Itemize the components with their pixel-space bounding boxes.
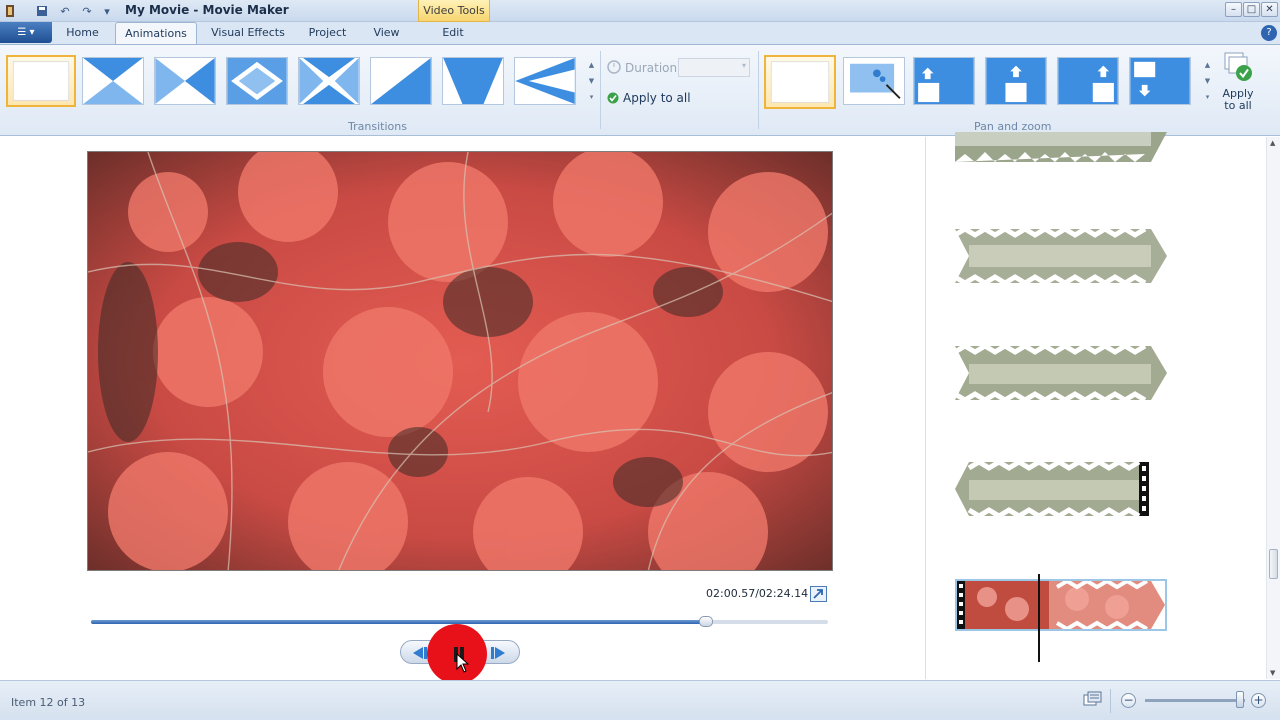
transition-cross[interactable]: [298, 57, 360, 105]
storyboard-clip[interactable]: [955, 346, 1167, 400]
apply-to-all-pz-label: Apply to all: [1222, 87, 1254, 112]
preview-pane: 02:00.57/02:24.14: [0, 137, 926, 684]
redo-icon[interactable]: ↷: [79, 3, 95, 19]
previous-frame-icon: [413, 647, 427, 659]
apply-check-icon: [607, 92, 619, 104]
zoom-out-icon: −: [1123, 693, 1134, 707]
pan-zoom-up-right[interactable]: [1057, 57, 1119, 105]
save-icon[interactable]: [34, 3, 50, 19]
ribbon: ▲ ▼ ▾ Duration: ▾ Apply to all Transitions…: [0, 44, 1280, 136]
apply-to-all-label: Apply to all: [623, 91, 691, 105]
apply-to-all-transitions-button[interactable]: Apply to all: [607, 89, 691, 107]
autumn-maple-image: [88, 152, 832, 570]
transition-none[interactable]: [6, 55, 76, 107]
zoom-slider[interactable]: [1145, 699, 1245, 702]
transitions-gallery-scroll[interactable]: ▲ ▼ ▾: [586, 57, 597, 109]
tab-home[interactable]: Home: [60, 22, 105, 44]
next-frame-button[interactable]: [489, 645, 509, 661]
ribbon-separator: [600, 51, 601, 129]
pan-zoom-up[interactable]: [985, 57, 1047, 105]
zoom-in-icon: +: [1253, 693, 1264, 707]
scroll-thumb[interactable]: [1269, 549, 1278, 579]
zoom-slider-thumb[interactable]: [1236, 691, 1244, 708]
app-menu-icon: ☰ ▾: [17, 27, 35, 38]
duration-icon: [607, 60, 621, 74]
status-item-count: Item 12 of 13: [11, 696, 86, 709]
fullscreen-icon: [813, 589, 823, 599]
storyboard-clip[interactable]: [955, 462, 1149, 516]
transition-v-wipe[interactable]: [442, 57, 504, 105]
undo-icon[interactable]: ↶: [57, 3, 73, 19]
status-bar: Item 12 of 13 − +: [0, 680, 1280, 720]
app-menu-button[interactable]: ☰ ▾: [0, 22, 52, 43]
tab-animations[interactable]: Animations: [115, 22, 197, 44]
storyboard: ▲ ▼: [927, 132, 1280, 679]
seek-thumb[interactable]: [699, 616, 714, 627]
transition-diamond[interactable]: [226, 57, 288, 105]
duration-dropdown-icon[interactable]: ▾: [742, 61, 746, 70]
mouse-cursor-icon: [456, 652, 470, 673]
pan-zoom-gallery-scroll[interactable]: ▲ ▼ ▾: [1202, 57, 1213, 109]
app-icon: [2, 3, 18, 19]
video-tools-contextual-header: Video Tools: [418, 0, 490, 22]
fullscreen-button[interactable]: [810, 586, 827, 602]
storyboard-clip[interactable]: [955, 132, 1167, 167]
window-title: My Movie - Movie Maker: [125, 3, 289, 17]
title-bar: ↶ ↷ ▾ My Movie - Movie Maker Video Tools…: [0, 0, 1280, 22]
duration-label: Duration:: [625, 61, 682, 75]
close-button[interactable]: ✕: [1261, 2, 1278, 17]
storyboard-clip[interactable]: [955, 229, 1167, 283]
tab-visual-effects[interactable]: Visual Effects: [205, 22, 291, 44]
scroll-down-icon[interactable]: ▼: [1270, 669, 1275, 677]
duration-field[interactable]: ▾: [678, 58, 750, 77]
storyboard-clip-selected[interactable]: [955, 579, 1167, 631]
storyboard-view-icon: [1083, 691, 1102, 706]
tab-project[interactable]: Project: [300, 22, 355, 44]
ribbon-tab-bar: ☰ ▾ Home Animations Visual Effects Proje…: [0, 22, 1280, 44]
storyboard-playhead[interactable]: [1038, 574, 1040, 662]
apply-to-all-pan-zoom-button[interactable]: Apply to all: [1218, 51, 1258, 115]
tab-edit[interactable]: Edit: [430, 22, 476, 44]
zoom-in-button[interactable]: +: [1251, 693, 1266, 708]
status-separator: [1110, 689, 1111, 713]
storyboard-view-button[interactable]: [1083, 691, 1103, 709]
minimize-button[interactable]: –: [1225, 2, 1242, 17]
seek-progress: [91, 620, 707, 624]
scroll-up-icon[interactable]: ▲: [1270, 139, 1275, 147]
ribbon-separator: [758, 51, 759, 129]
preview-video[interactable]: [87, 151, 833, 571]
pan-zoom-down[interactable]: [1129, 57, 1191, 105]
storyboard-scrollbar[interactable]: ▲ ▼: [1266, 137, 1280, 679]
apply-to-all-icon: [1224, 52, 1252, 81]
pan-zoom-none[interactable]: [764, 55, 836, 109]
timecode: 02:00.57/02:24.14: [706, 587, 809, 600]
quick-access-dropdown-icon[interactable]: ▾: [99, 3, 115, 19]
transition-diagonal[interactable]: [370, 57, 432, 105]
pan-zoom-automatic[interactable]: [843, 57, 905, 105]
pan-zoom-up-left[interactable]: [913, 57, 975, 105]
zoom-out-button[interactable]: −: [1121, 693, 1136, 708]
transition-cross-in[interactable]: [82, 57, 144, 105]
transition-sideways[interactable]: [154, 57, 216, 105]
help-icon[interactable]: ?: [1261, 25, 1277, 41]
next-frame-icon: [491, 647, 505, 659]
transition-arrow-left[interactable]: [514, 57, 576, 105]
previous-frame-button[interactable]: [409, 645, 429, 661]
maximize-button[interactable]: □: [1243, 2, 1260, 17]
tab-view[interactable]: View: [364, 22, 409, 44]
transitions-group-label: Transitions: [348, 120, 407, 133]
